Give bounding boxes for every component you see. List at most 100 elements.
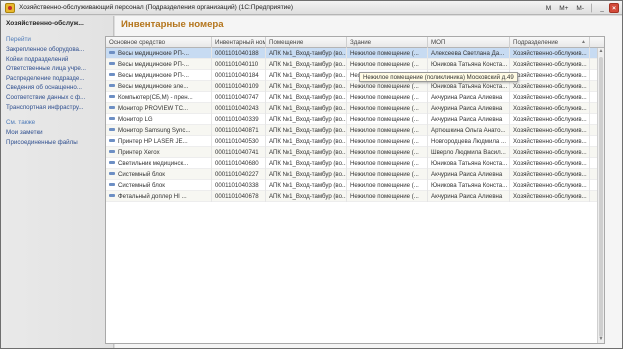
nav-item-equipment-info[interactable]: Сведения об оснащенно... bbox=[6, 83, 111, 93]
cell-room[interactable]: АПК №1_Вход-тамбур (во... bbox=[266, 125, 347, 136]
cell-inventory-number[interactable]: 0001101040184 bbox=[212, 70, 266, 81]
cell-building[interactable]: Нежилое помещение (... bbox=[347, 48, 428, 59]
cell-room[interactable]: АПК №1_Вход-тамбур (во... bbox=[266, 92, 347, 103]
scroll-down-icon[interactable]: ▼ bbox=[598, 336, 604, 343]
cell-room[interactable]: АПК №1_Вход-тамбур (во... bbox=[266, 158, 347, 169]
nav-item-distribution[interactable]: Распределение подразде... bbox=[6, 74, 111, 84]
cell-building[interactable]: Нежилое помещение (... bbox=[347, 180, 428, 191]
cell-mop[interactable]: Новгородцева Людмила ... bbox=[428, 136, 510, 147]
cell-room[interactable]: АПК №1_Вход-тамбур (во... bbox=[266, 81, 347, 92]
cell-department[interactable]: Хозяйственно-обслужив... bbox=[510, 136, 590, 147]
cell-room[interactable]: АПК №1_Вход-тамбур (во... bbox=[266, 180, 347, 191]
column-header-department[interactable]: Подразделение bbox=[510, 37, 590, 48]
table-row[interactable]: Монитор Samsung Sync... 0001101040871 АПК … bbox=[106, 125, 604, 136]
cell-department[interactable]: Хозяйственно-обслужив... bbox=[510, 147, 590, 158]
cell-room[interactable]: АПК №1_Вход-тамбур (во... bbox=[266, 169, 347, 180]
nav-item-responsible[interactable]: Ответственные лица учре... bbox=[6, 64, 111, 74]
cell-room[interactable]: АПК №1_Вход-тамбур (во... bbox=[266, 114, 347, 125]
memory-button[interactable]: M bbox=[543, 3, 554, 13]
cell-mop[interactable]: Акчурина Раиса Алиевна bbox=[428, 114, 510, 125]
cell-department[interactable]: Хозяйственно-обслужив... bbox=[510, 59, 590, 70]
cell-room[interactable]: АПК №1_Вход-тамбур (во... bbox=[266, 70, 347, 81]
cell-building[interactable]: Нежилое помещение (... bbox=[347, 158, 428, 169]
table-row[interactable]: Светильник медицинск... 0001101040680 АПК … bbox=[106, 158, 604, 169]
cell-department[interactable]: Хозяйственно-обслужив... bbox=[510, 70, 590, 81]
cell-room[interactable]: АПК №1_Вход-тамбур (во... bbox=[266, 191, 347, 202]
cell-asset[interactable]: Весы медицинские РП-... bbox=[106, 59, 212, 70]
table-row[interactable]: Принтер Xerox 0001101040741 АПК №1_Вход-та… bbox=[106, 147, 604, 158]
column-header-room[interactable]: Помещение bbox=[266, 37, 347, 48]
scroll-up-icon[interactable]: ▲ bbox=[598, 48, 604, 55]
cell-mop[interactable]: Алексеева Светлана Да... bbox=[428, 48, 510, 59]
cell-department[interactable]: Хозяйственно-обслужив... bbox=[510, 103, 590, 114]
cell-asset[interactable]: Монитор PROVIEW TC... bbox=[106, 103, 212, 114]
cell-asset[interactable]: Компьютер(СБ,М) - прен... bbox=[106, 92, 212, 103]
table-row[interactable]: Системный блок 0001101040338 АПК №1_Вход-т… bbox=[106, 180, 604, 191]
cell-building[interactable]: Нежилое помещение (... bbox=[347, 103, 428, 114]
cell-asset[interactable]: Весы медицинские РП-... bbox=[106, 48, 212, 59]
cell-inventory-number[interactable]: 0001101040680 bbox=[212, 158, 266, 169]
cell-building[interactable]: Нежилое помещение (... bbox=[347, 59, 428, 70]
cell-mop[interactable]: Шверло Людмила Васил... bbox=[428, 147, 510, 158]
nav-item-my-notes[interactable]: Мои заметки bbox=[6, 128, 111, 138]
nav-item-transport[interactable]: Транспортная инфрастру... bbox=[6, 103, 111, 113]
cell-mop[interactable]: Акчурина Раиса Алиевна bbox=[428, 92, 510, 103]
cell-building[interactable]: Нежилое помещение (... bbox=[347, 136, 428, 147]
cell-asset[interactable]: Весы медицинские элe... bbox=[106, 81, 212, 92]
table-row[interactable]: Системный блок 0001101040227 АПК №1_Вход-т… bbox=[106, 169, 604, 180]
cell-department[interactable]: Хозяйственно-обслужив... bbox=[510, 48, 590, 59]
cell-asset[interactable]: Монитор Samsung Sync... bbox=[106, 125, 212, 136]
minimize-button[interactable]: _ bbox=[597, 3, 607, 13]
cell-room[interactable]: АПК №1_Вход-тамбур (во... bbox=[266, 136, 347, 147]
nav-item-data-mapping[interactable]: Соответствие данных с ф... bbox=[6, 93, 111, 103]
cell-asset[interactable]: Светильник медицинск... bbox=[106, 158, 212, 169]
memory-minus-button[interactable]: M- bbox=[573, 3, 587, 13]
cell-asset[interactable]: Фетальный доплер HI ... bbox=[106, 191, 212, 202]
cell-department[interactable]: Хозяйственно-обслужив... bbox=[510, 81, 590, 92]
nav-item-attached-files[interactable]: Присоединенные файлы bbox=[6, 138, 111, 148]
cell-department[interactable]: Хозяйственно-обслужив... bbox=[510, 114, 590, 125]
table-row[interactable]: Монитор PROVIEW TC... 0001101040243 АПК №1… bbox=[106, 103, 604, 114]
cell-room[interactable]: АПК №1_Вход-тамбур (во... bbox=[266, 59, 347, 70]
column-header-mop[interactable]: МОП bbox=[428, 37, 510, 48]
cell-inventory-number[interactable]: 0001101040339 bbox=[212, 114, 266, 125]
nav-item-equipment[interactable]: Закрепленное оборудова... bbox=[6, 45, 111, 55]
cell-mop[interactable]: Юникова Татьяна Конста... bbox=[428, 158, 510, 169]
column-header-inventory-number[interactable]: Инвентарный номер bbox=[212, 37, 266, 48]
cell-mop[interactable]: Акчурина Раиса Алиевна bbox=[428, 191, 510, 202]
scroll-thumb[interactable] bbox=[599, 57, 603, 337]
cell-inventory-number[interactable]: 0001101040188 bbox=[212, 48, 266, 59]
cell-inventory-number[interactable]: 0001101040741 bbox=[212, 147, 266, 158]
cell-inventory-number[interactable]: 0001101040227 bbox=[212, 169, 266, 180]
cell-room[interactable]: АПК №1_Вход-тамбур (во... bbox=[266, 147, 347, 158]
nav-item-beds[interactable]: Койки подразделений bbox=[6, 55, 111, 65]
cell-mop[interactable]: Акчурина Раиса Алиевна bbox=[428, 103, 510, 114]
cell-asset[interactable]: Системный блок bbox=[106, 180, 212, 191]
cell-mop[interactable]: Артюшкина Ольга Анато... bbox=[428, 125, 510, 136]
cell-asset[interactable]: Принтер Xerox bbox=[106, 147, 212, 158]
cell-department[interactable]: Хозяйственно-обслужив... bbox=[510, 125, 590, 136]
table-row[interactable]: Принтер HP LASER JE... 0001101040530 АПК №… bbox=[106, 136, 604, 147]
cell-inventory-number[interactable]: 0001101040678 bbox=[212, 191, 266, 202]
table-row[interactable]: Компьютер(СБ,М) - прен... 0001101040747 АП… bbox=[106, 92, 604, 103]
table-row[interactable]: Весы медицинские РП-... 0001101040184 АПК … bbox=[106, 70, 604, 81]
cell-inventory-number[interactable]: 0001101040747 bbox=[212, 92, 266, 103]
cell-department[interactable]: Хозяйственно-обслужив... bbox=[510, 191, 590, 202]
cell-asset[interactable]: Системный блок bbox=[106, 169, 212, 180]
cell-asset[interactable]: Монитор LG bbox=[106, 114, 212, 125]
memory-plus-button[interactable]: M+ bbox=[556, 3, 571, 13]
cell-room[interactable]: АПК №1_Вход-тамбур (во... bbox=[266, 103, 347, 114]
table-row[interactable]: Монитор LG 0001101040339 АПК №1_Вход-тамбу… bbox=[106, 114, 604, 125]
column-header-asset[interactable]: Основное средство bbox=[106, 37, 212, 48]
cell-building[interactable]: Нежилое помещение (... bbox=[347, 92, 428, 103]
cell-building[interactable]: Нежилое помещение (... bbox=[347, 114, 428, 125]
cell-department[interactable]: Хозяйственно-обслужив... bbox=[510, 92, 590, 103]
column-header-building[interactable]: Здание bbox=[347, 37, 428, 48]
table-row[interactable]: Весы медицинские РП-... 0001101040188 АПК … bbox=[106, 48, 604, 59]
cell-mop[interactable]: Акчурина Раиса Алиевна bbox=[428, 169, 510, 180]
cell-inventory-number[interactable]: 0001101040338 bbox=[212, 180, 266, 191]
cell-department[interactable]: Хозяйственно-обслужив... bbox=[510, 158, 590, 169]
cell-building[interactable]: Нежилое помещение (... bbox=[347, 147, 428, 158]
table-row[interactable]: Весы медицинские РП-... 0001101040110 АПК … bbox=[106, 59, 604, 70]
vertical-scrollbar[interactable]: ▲ ▼ bbox=[597, 48, 604, 343]
